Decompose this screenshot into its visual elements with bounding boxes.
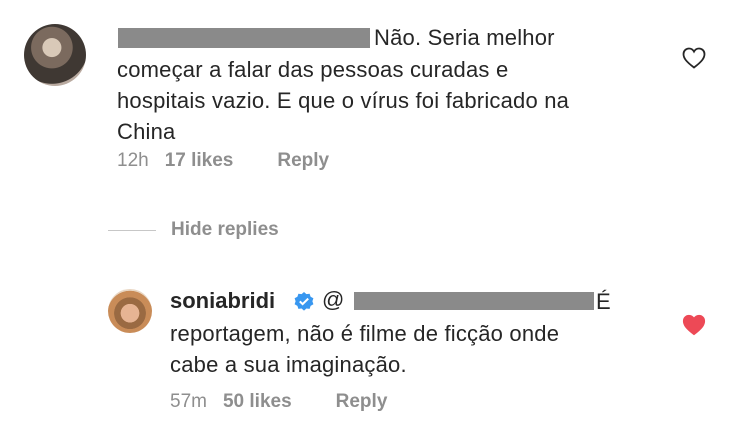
- commenter-avatar[interactable]: [24, 24, 86, 86]
- mention-prefix: @: [322, 287, 345, 312]
- hide-replies-button[interactable]: Hide replies: [171, 219, 279, 241]
- verified-badge-icon: [294, 292, 314, 311]
- reply-meta: 57m 50 likes Reply: [170, 391, 387, 413]
- comment-meta: 12h 17 likes Reply: [117, 150, 329, 172]
- reply-button[interactable]: Reply: [336, 391, 388, 413]
- comment-text-line: começar a falar das pessoas curadas e: [117, 57, 509, 82]
- comment-text-line: hospitais vazio. E que o vírus foi fabri…: [117, 88, 570, 113]
- reply-text-line: É: [596, 289, 611, 314]
- reply-username[interactable]: soniabridi: [170, 288, 275, 314]
- heart-outline-icon[interactable]: [682, 47, 706, 69]
- comment-time: 12h: [117, 150, 149, 171]
- hide-replies-line: [108, 230, 156, 231]
- reply-text-line: cabe a sua imaginação.: [170, 352, 407, 377]
- likes-count[interactable]: 50 likes: [223, 391, 292, 413]
- reply-text-line: reportagem, não é filme de ficção onde: [170, 321, 560, 346]
- reply-author-avatar[interactable]: [108, 289, 152, 333]
- redacted-username: [118, 28, 370, 48]
- likes-count[interactable]: 17 likes: [165, 150, 234, 172]
- reply-time: 57m: [170, 391, 207, 412]
- redacted-mention[interactable]: [354, 292, 594, 310]
- comment-text-line: Não. Seria melhor: [374, 25, 555, 50]
- comment-text-line: China: [117, 119, 176, 144]
- heart-filled-icon[interactable]: [682, 314, 706, 336]
- reply-button[interactable]: Reply: [277, 150, 329, 172]
